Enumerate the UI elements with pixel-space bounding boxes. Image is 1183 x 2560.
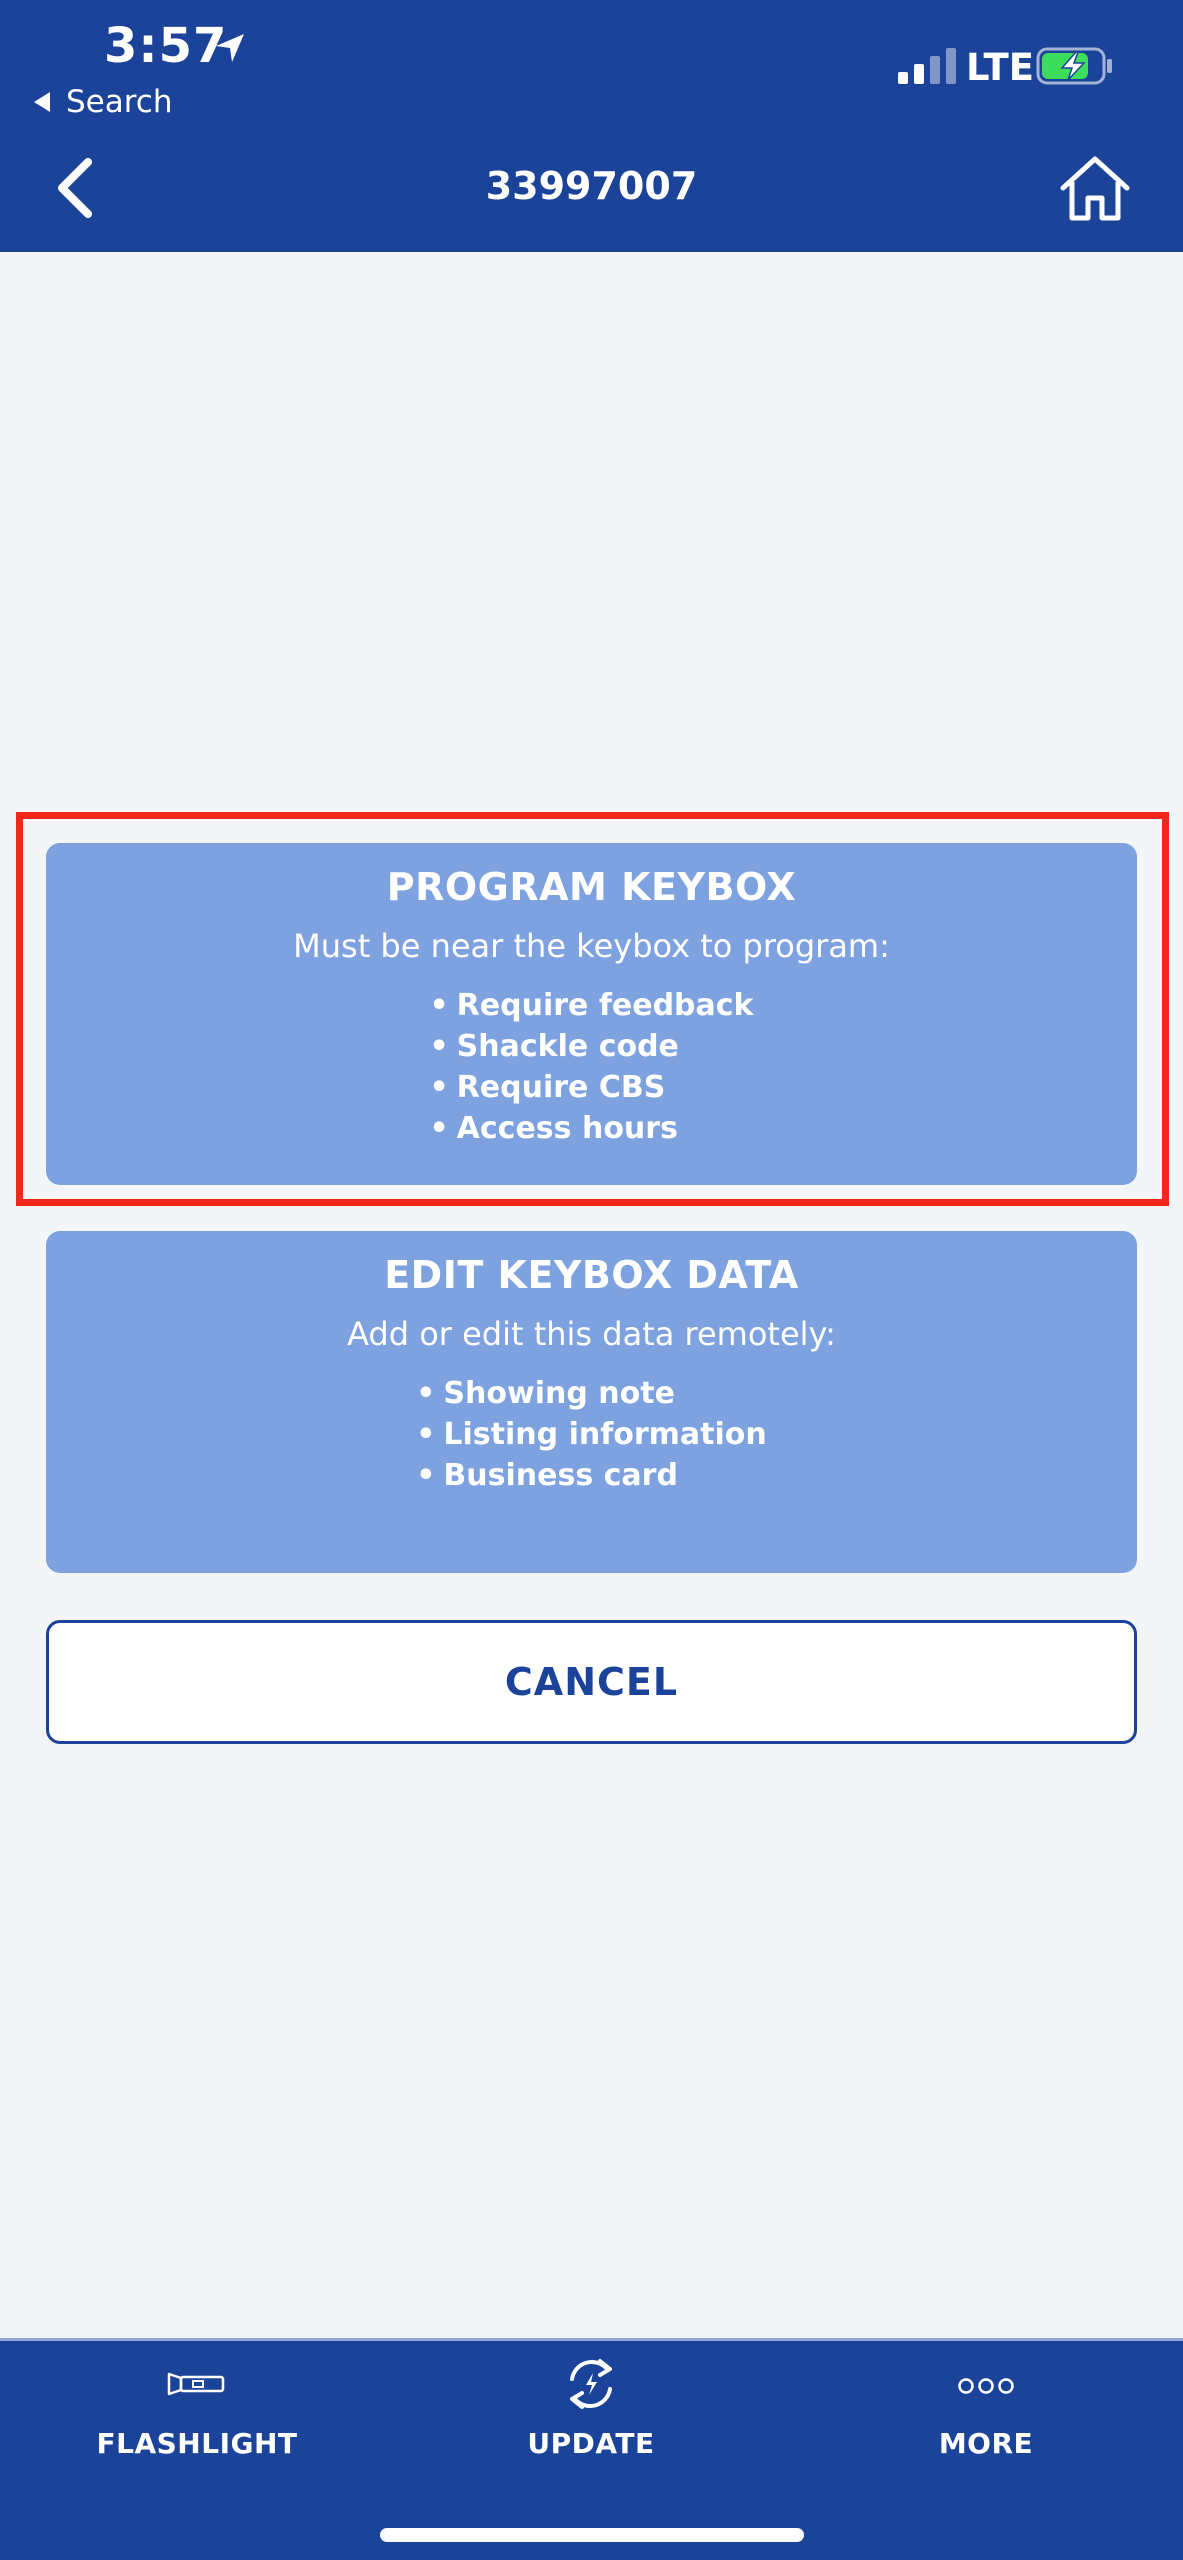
network-type: LTE xyxy=(966,46,1034,89)
back-triangle-icon xyxy=(34,92,50,112)
bottom-tab-bar: FLASHLIGHT UPDATE MORE xyxy=(0,2338,1183,2560)
more-dots-icon xyxy=(958,2378,1014,2394)
tab-update[interactable]: UPDATE xyxy=(394,2341,788,2501)
list-item: Require feedback xyxy=(429,985,754,1026)
page-title: 33997007 xyxy=(485,164,698,208)
list-item: Showing note xyxy=(416,1373,767,1414)
edit-keybox-list: Showing note Listing information Busines… xyxy=(416,1373,767,1496)
tab-label: FLASHLIGHT xyxy=(96,2427,298,2460)
home-indicator[interactable] xyxy=(380,2528,804,2542)
tab-label: MORE xyxy=(938,2427,1034,2460)
status-time: 3:57 xyxy=(104,18,228,74)
refresh-icon xyxy=(570,2359,612,2409)
cellular-signal-icon xyxy=(898,48,956,84)
location-arrow-icon xyxy=(216,34,244,62)
program-keybox-subtitle: Must be near the keybox to program: xyxy=(293,927,890,965)
list-item: Listing information xyxy=(416,1414,766,1455)
battery-charging-icon xyxy=(1036,47,1112,85)
flashlight-icon xyxy=(167,2372,225,2396)
tab-label: UPDATE xyxy=(527,2427,655,2460)
program-keybox-title: PROGRAM KEYBOX xyxy=(386,865,797,909)
program-keybox-card[interactable]: PROGRAM KEYBOX Must be near the keybox t… xyxy=(46,843,1137,1185)
edit-keybox-subtitle: Add or edit this data remotely: xyxy=(347,1315,836,1353)
list-item: Shackle code xyxy=(429,1026,753,1067)
home-icon[interactable] xyxy=(1058,154,1132,224)
list-item: Business card xyxy=(416,1455,767,1496)
back-app-label: Search xyxy=(66,84,173,120)
list-item: Access hours xyxy=(429,1108,753,1149)
app-header: 3:57 Search LTE 33997007 xyxy=(0,0,1183,252)
edit-keybox-data-card[interactable]: EDIT KEYBOX DATA Add or edit this data r… xyxy=(46,1231,1137,1573)
edit-keybox-title: EDIT KEYBOX DATA xyxy=(384,1253,799,1297)
tab-more[interactable]: MORE xyxy=(789,2341,1183,2501)
tab-flashlight[interactable]: FLASHLIGHT xyxy=(0,2341,394,2501)
list-item: Require CBS xyxy=(429,1067,753,1108)
program-keybox-list: Require feedback Shackle code Require CB… xyxy=(429,985,754,1149)
cancel-button[interactable]: CANCEL xyxy=(46,1620,1137,1744)
back-to-search-link[interactable]: Search xyxy=(34,84,173,120)
